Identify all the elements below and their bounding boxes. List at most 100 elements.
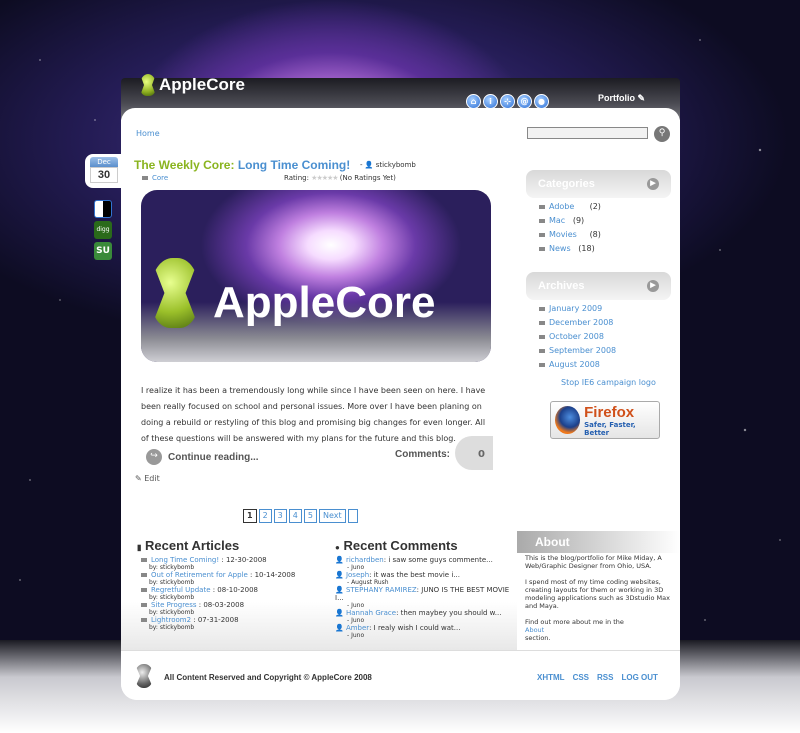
article-link[interactable]: Long Time Coming! [151, 556, 219, 564]
edit-link[interactable]: ✎ Edit [135, 474, 160, 483]
page-next[interactable]: Next [318, 509, 346, 523]
user-icon: 👤 [335, 586, 344, 594]
search-button[interactable]: ⚲ [654, 126, 670, 142]
pagination: 1 2 3 4 5 Next [243, 509, 359, 523]
rating-label: Rating: [284, 174, 309, 182]
about-heading: About [517, 531, 680, 553]
archive-item[interactable]: December 2008 [539, 316, 616, 330]
user-icon[interactable]: ● [534, 94, 549, 109]
archive-link[interactable]: December 2008 [549, 318, 613, 327]
comment-bubble[interactable] [455, 436, 493, 470]
firefox-title: Firefox [584, 403, 635, 421]
xhtml-link[interactable]: XHTML [537, 673, 565, 682]
arrow-icon: ↪ [146, 449, 162, 465]
comment-author-link[interactable]: Hannah Grace [346, 609, 396, 617]
category-link[interactable]: Movies [549, 230, 577, 239]
search-input[interactable] [527, 127, 648, 139]
archive-link[interactable]: September 2008 [549, 346, 616, 355]
article-item: Out of Retirement for Apple : 10-14-2008… [141, 571, 295, 586]
breadcrumb-home[interactable]: Home [136, 129, 160, 138]
post-author: - 👤 stickybomb [360, 161, 416, 169]
page-5[interactable]: 5 [303, 509, 317, 523]
rss-link[interactable]: RSS [597, 673, 613, 682]
archives-heading: Archives ▶ [526, 272, 671, 300]
page-3[interactable]: 3 [273, 509, 287, 523]
archive-item[interactable]: September 2008 [539, 344, 616, 358]
user-icon: 👤 [335, 609, 344, 617]
article-item: Site Progress : 08-03-2008 by: stickybomb [141, 601, 295, 616]
bullet-icon [539, 306, 545, 311]
category-link[interactable]: Adobe [549, 202, 574, 211]
page-1[interactable]: 1 [243, 509, 257, 523]
comment-text: : i saw some guys commente... [383, 556, 493, 564]
author-name: stickybomb [375, 161, 416, 169]
categories-heading: Categories ▶ [526, 170, 671, 198]
banner-text: AppleCore [213, 278, 436, 327]
arrow-right-icon[interactable]: ▶ [647, 280, 659, 292]
archive-link[interactable]: August 2008 [549, 360, 600, 369]
archive-item[interactable]: October 2008 [539, 330, 616, 344]
article-link[interactable]: Regretful Update [151, 586, 211, 594]
css-link[interactable]: CSS [573, 673, 589, 682]
comments-count[interactable]: 0 [478, 449, 485, 460]
at-icon[interactable]: @ [517, 94, 532, 109]
category-item[interactable]: Movies (8) [539, 228, 601, 242]
article-date: : 08-10-2008 [210, 586, 258, 594]
apple-core-logo-icon [140, 74, 156, 96]
post-rating: Rating: ★★★★★ (No Ratings Yet) [284, 174, 396, 182]
category-item[interactable]: News (18) [539, 242, 601, 256]
category-link[interactable]: Mac [549, 216, 565, 225]
firefox-subtitle: Safer, Faster, Better [584, 420, 636, 437]
article-link[interactable]: Out of Retirement for Apple [151, 571, 248, 579]
category-link[interactable]: News [549, 244, 571, 253]
info-icon[interactable]: i [483, 94, 498, 109]
recent-articles-title: Recent Articles [145, 538, 240, 553]
page-4[interactable]: 4 [288, 509, 302, 523]
post-title[interactable]: The Weekly Core: Long Time Coming! [134, 158, 350, 172]
recent-comments-title: Recent Comments [343, 538, 458, 553]
continue-reading-link[interactable]: ↪ Continue reading... [146, 449, 259, 465]
network-icon[interactable]: ⊹ [500, 94, 515, 109]
article-link[interactable]: Lightroom2 [151, 616, 191, 624]
page-2[interactable]: 2 [258, 509, 272, 523]
comment-item: 👤 richardben: i saw some guys commente..… [335, 556, 515, 571]
archive-item[interactable]: August 2008 [539, 358, 616, 372]
firefox-icon [555, 406, 581, 434]
stop-ie6-link[interactable]: Stop IE6 campaign logo [561, 378, 656, 387]
bullet-icon [141, 588, 147, 592]
bullet-icon [539, 348, 545, 353]
portfolio-link[interactable]: Portfolio ✎ [598, 93, 645, 104]
delicious-icon[interactable] [94, 200, 112, 218]
search-icon: ⚲ [658, 128, 666, 138]
user-icon: 👤 [335, 556, 344, 564]
comment-item: 👤 STEPHANY RAMIREZ: JUNO IS THE BEST MOV… [335, 586, 515, 609]
post-banner-image: AppleCore [141, 190, 491, 362]
arrow-right-icon[interactable]: ▶ [647, 178, 659, 190]
firefox-badge[interactable]: Firefox Safer, Faster, Better [550, 401, 660, 439]
archive-item[interactable]: January 2009 [539, 302, 616, 316]
category-item[interactable]: Adobe (2) [539, 200, 601, 214]
site-logo[interactable]: AppleCore [140, 74, 245, 96]
about-p3-prefix: Find out more about me in the [525, 618, 624, 626]
archives-list: January 2009 December 2008 October 2008 … [539, 302, 616, 372]
article-link[interactable]: Site Progress [151, 601, 197, 609]
logout-link[interactable]: LOG OUT [621, 673, 657, 682]
archive-link[interactable]: January 2009 [549, 304, 602, 313]
post-title-part2: Long Time Coming! [234, 158, 351, 172]
comment-text: : then maybey you should w... [396, 609, 502, 617]
comment-author-link[interactable]: richardben [346, 556, 384, 564]
bullet-icon [539, 334, 545, 339]
comment-author-link[interactable]: Amber [346, 624, 369, 632]
post-date-day: 30 [90, 167, 118, 183]
rating-stars-icon[interactable]: ★★★★★ [311, 174, 338, 182]
about-link[interactable]: About [525, 626, 544, 634]
comment-author-link[interactable]: STEPHANY RAMIREZ [346, 586, 417, 594]
digg-icon[interactable]: digg [94, 221, 112, 239]
bullet-icon [539, 362, 545, 367]
archive-link[interactable]: October 2008 [549, 332, 604, 341]
comment-author-link[interactable]: Joseph [346, 571, 369, 579]
home-icon[interactable]: ⌂ [466, 94, 481, 109]
stumbleupon-icon[interactable]: SU [94, 242, 112, 260]
post-category[interactable]: Core [142, 174, 168, 182]
category-item[interactable]: Mac (9) [539, 214, 601, 228]
